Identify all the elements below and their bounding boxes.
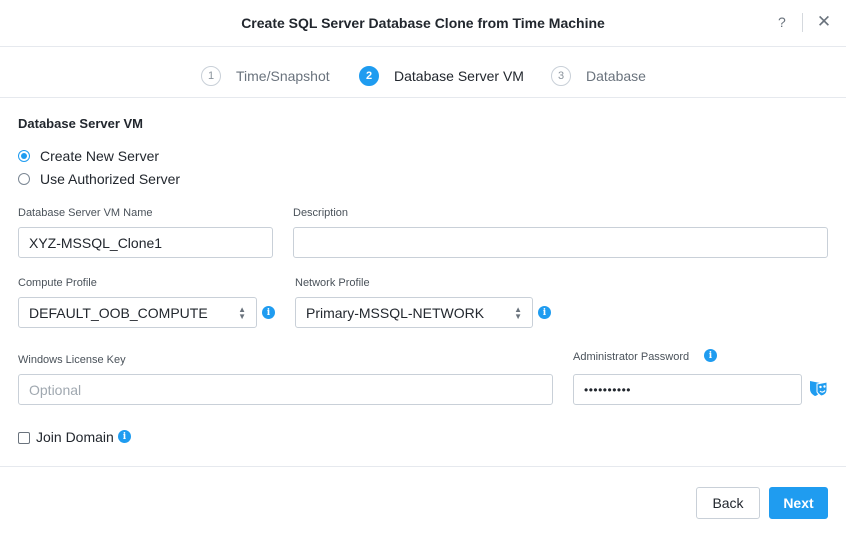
radio-button-checked[interactable] [18,150,30,162]
admin-password-value: •••••••••• [584,382,632,397]
header-divider [802,13,803,32]
admin-password-label: Administrator Password [573,351,690,363]
step-number: 3 [551,66,571,86]
step-number: 1 [201,66,221,86]
network-profile-select[interactable]: Primary-MSSQL-NETWORK ▲ ▼ [295,297,533,328]
step-label: Database [586,68,646,84]
compute-profile-info-icon[interactable]: i [262,306,275,319]
back-button[interactable]: Back [696,487,760,519]
footer-divider [0,466,846,467]
step-time-snapshot[interactable]: 1 Time/Snapshot [201,66,330,86]
compute-profile-label: Compute Profile [18,277,97,289]
step-database-server-vm[interactable]: 2 Database Server VM [359,66,524,86]
step-label: Database Server VM [394,68,524,84]
radio-button[interactable] [18,173,30,185]
description-input[interactable] [293,227,828,258]
join-domain-checkbox[interactable] [18,432,30,444]
section-title: Database Server VM [18,116,144,131]
dialog-header: Create SQL Server Database Clone from Ti… [0,0,846,47]
radio-use-authorized-server[interactable]: Use Authorized Server [18,171,180,187]
wizard-steps: 1 Time/Snapshot 2 Database Server VM 3 D… [0,48,846,98]
license-key-input[interactable]: Optional [18,374,553,405]
vm-name-input[interactable]: XYZ-MSSQL_Clone1 [18,227,273,258]
network-profile-label: Network Profile [295,277,370,289]
license-key-label: Windows License Key [18,354,126,366]
close-icon[interactable]: ✕ [816,13,832,31]
step-database[interactable]: 3 Database [551,66,646,86]
dialog-title: Create SQL Server Database Clone from Ti… [241,15,605,31]
select-arrows-icon: ▲ ▼ [514,305,522,321]
description-label: Description [293,207,349,219]
radio-label: Use Authorized Server [40,171,181,187]
radio-label: Create New Server [40,148,160,164]
help-icon[interactable]: ? [778,14,786,30]
show-password-mask-icon[interactable] [807,377,829,399]
next-button[interactable]: Next [769,487,828,519]
select-arrows-icon: ▲ ▼ [238,305,246,321]
step-label: Time/Snapshot [236,68,330,84]
compute-profile-value: DEFAULT_OOB_COMPUTE [29,304,208,321]
radio-create-new-server[interactable]: Create New Server [18,148,159,164]
join-domain-label: Join Domain [36,429,114,445]
network-profile-value: Primary-MSSQL-NETWORK [306,304,485,321]
step-number: 2 [359,66,379,86]
join-domain-info-icon[interactable]: i [118,430,131,443]
license-key-placeholder: Optional [29,381,82,398]
admin-password-info-icon[interactable]: i [704,349,717,362]
network-profile-info-icon[interactable]: i [538,306,551,319]
vm-name-value: XYZ-MSSQL_Clone1 [29,234,163,251]
admin-password-input[interactable]: •••••••••• [573,374,802,405]
compute-profile-select[interactable]: DEFAULT_OOB_COMPUTE ▲ ▼ [18,297,257,328]
vm-name-label: Database Server VM Name [18,207,153,219]
